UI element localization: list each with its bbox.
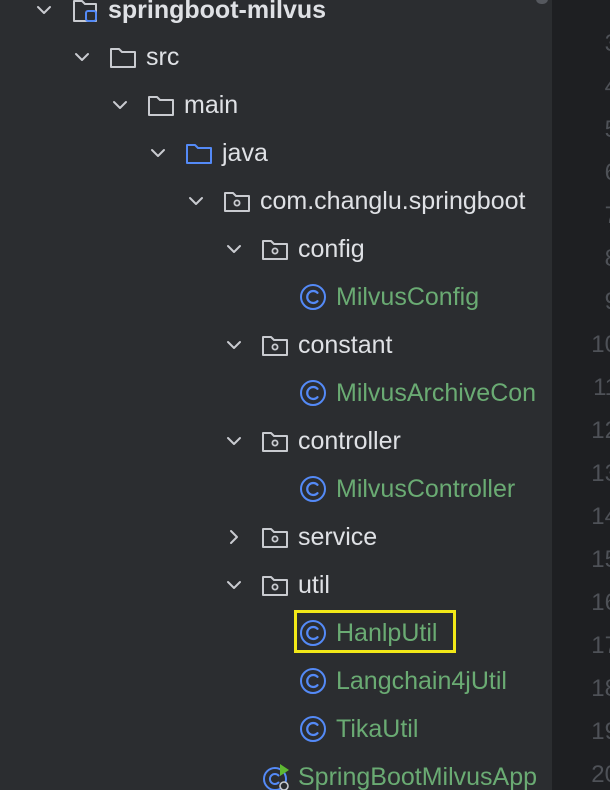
- line-number: 5: [558, 115, 610, 145]
- chevron-down-icon[interactable]: [222, 333, 246, 357]
- tree-node-milvus-config[interactable]: MilvusConfig: [0, 273, 552, 321]
- tree-node-hanlp-util[interactable]: HanlpUtil: [0, 609, 552, 657]
- tree-node-src[interactable]: src: [0, 33, 552, 81]
- package-icon: [260, 522, 290, 552]
- line-number: 6: [558, 158, 610, 188]
- line-number: 4: [558, 72, 610, 102]
- langchain4j-util-label: Langchain4jUtil: [336, 667, 507, 695]
- folder-icon: [108, 42, 138, 72]
- line-number: 9: [558, 287, 610, 317]
- line-number: 8: [558, 244, 610, 274]
- tree-node-tika-util[interactable]: TikaUtil: [0, 705, 552, 753]
- chevron-right-icon[interactable]: [222, 525, 246, 549]
- line-number: 7: [558, 201, 610, 231]
- tika-util-label: TikaUtil: [336, 715, 419, 743]
- tree-node-service[interactable]: service: [0, 513, 552, 561]
- constant-label: constant: [298, 331, 393, 359]
- module-icon: [70, 0, 100, 25]
- tree-node-config[interactable]: config: [0, 225, 552, 273]
- util-label: util: [298, 571, 330, 599]
- package-icon: [260, 570, 290, 600]
- tree-node-controller[interactable]: controller: [0, 417, 552, 465]
- line-number: 14: [591, 503, 610, 530]
- line-number: 18: [591, 675, 610, 702]
- project-label: springboot-milvus: [108, 0, 327, 24]
- class-icon: [298, 282, 328, 312]
- line-number: 20: [591, 761, 610, 788]
- tree-node-util[interactable]: util: [0, 561, 552, 609]
- class-icon: [298, 666, 328, 696]
- tree-node-main[interactable]: main: [0, 81, 552, 129]
- line-number: 10: [591, 331, 610, 358]
- tree-node-milvus-archive-con[interactable]: MilvusArchiveCon: [0, 369, 552, 417]
- main-label: main: [184, 91, 239, 119]
- spring-boot-app-label: SpringBootMilvusApp: [298, 763, 538, 790]
- package-icon: [260, 330, 290, 360]
- src-label: src: [146, 43, 180, 71]
- class-icon: [298, 714, 328, 744]
- line-number: 19: [591, 718, 610, 745]
- line-number: 12: [591, 417, 610, 444]
- line-number: 15: [591, 546, 610, 573]
- chevron-down-icon[interactable]: [32, 0, 56, 22]
- project-tree: springboot-milvus src main java com.chan…: [0, 0, 552, 790]
- tree-node-milvus-controller[interactable]: MilvusController: [0, 465, 552, 513]
- chevron-down-icon[interactable]: [108, 93, 132, 117]
- package-icon: [260, 426, 290, 456]
- class-icon: [298, 378, 328, 408]
- package-icon: [260, 234, 290, 264]
- service-label: service: [298, 523, 378, 551]
- config-label: config: [298, 235, 365, 263]
- tree-node-package[interactable]: com.changlu.springboot: [0, 177, 552, 225]
- chevron-down-icon[interactable]: [70, 45, 94, 69]
- chevron-down-icon[interactable]: [184, 189, 208, 213]
- package-icon: [222, 186, 252, 216]
- line-number: 13: [591, 460, 610, 487]
- line-number: 3: [558, 29, 610, 59]
- highlight-box: [294, 610, 456, 653]
- folder-icon: [146, 90, 176, 120]
- line-number: 16: [591, 589, 610, 616]
- milvus-archive-con-label: MilvusArchiveCon: [336, 379, 537, 407]
- editor-gutter: 3 4 5 6 7 8 9 10 11 12 13 14 15 16 17 18…: [552, 0, 610, 790]
- tree-node-langchain4j-util[interactable]: Langchain4jUtil: [0, 657, 552, 705]
- tree-node-java[interactable]: java: [0, 129, 552, 177]
- class-icon: [298, 474, 328, 504]
- line-number: 11: [593, 374, 610, 401]
- tree-node-constant[interactable]: constant: [0, 321, 552, 369]
- tree-node-spring-boot-app[interactable]: SpringBootMilvusApp: [0, 753, 552, 790]
- milvus-controller-label: MilvusController: [336, 475, 516, 503]
- package-label: com.changlu.springboot: [260, 187, 526, 215]
- chevron-down-icon[interactable]: [146, 141, 170, 165]
- milvus-config-label: MilvusConfig: [336, 283, 480, 311]
- spring-boot-app-icon: [260, 762, 290, 790]
- java-label: java: [222, 139, 268, 167]
- tree-node-project[interactable]: springboot-milvus: [0, 0, 552, 34]
- controller-label: controller: [298, 427, 401, 455]
- source-root-folder-icon: [184, 138, 214, 168]
- line-number: 17: [591, 632, 610, 659]
- chevron-down-icon[interactable]: [222, 237, 246, 261]
- chevron-down-icon[interactable]: [222, 429, 246, 453]
- chevron-down-icon[interactable]: [222, 573, 246, 597]
